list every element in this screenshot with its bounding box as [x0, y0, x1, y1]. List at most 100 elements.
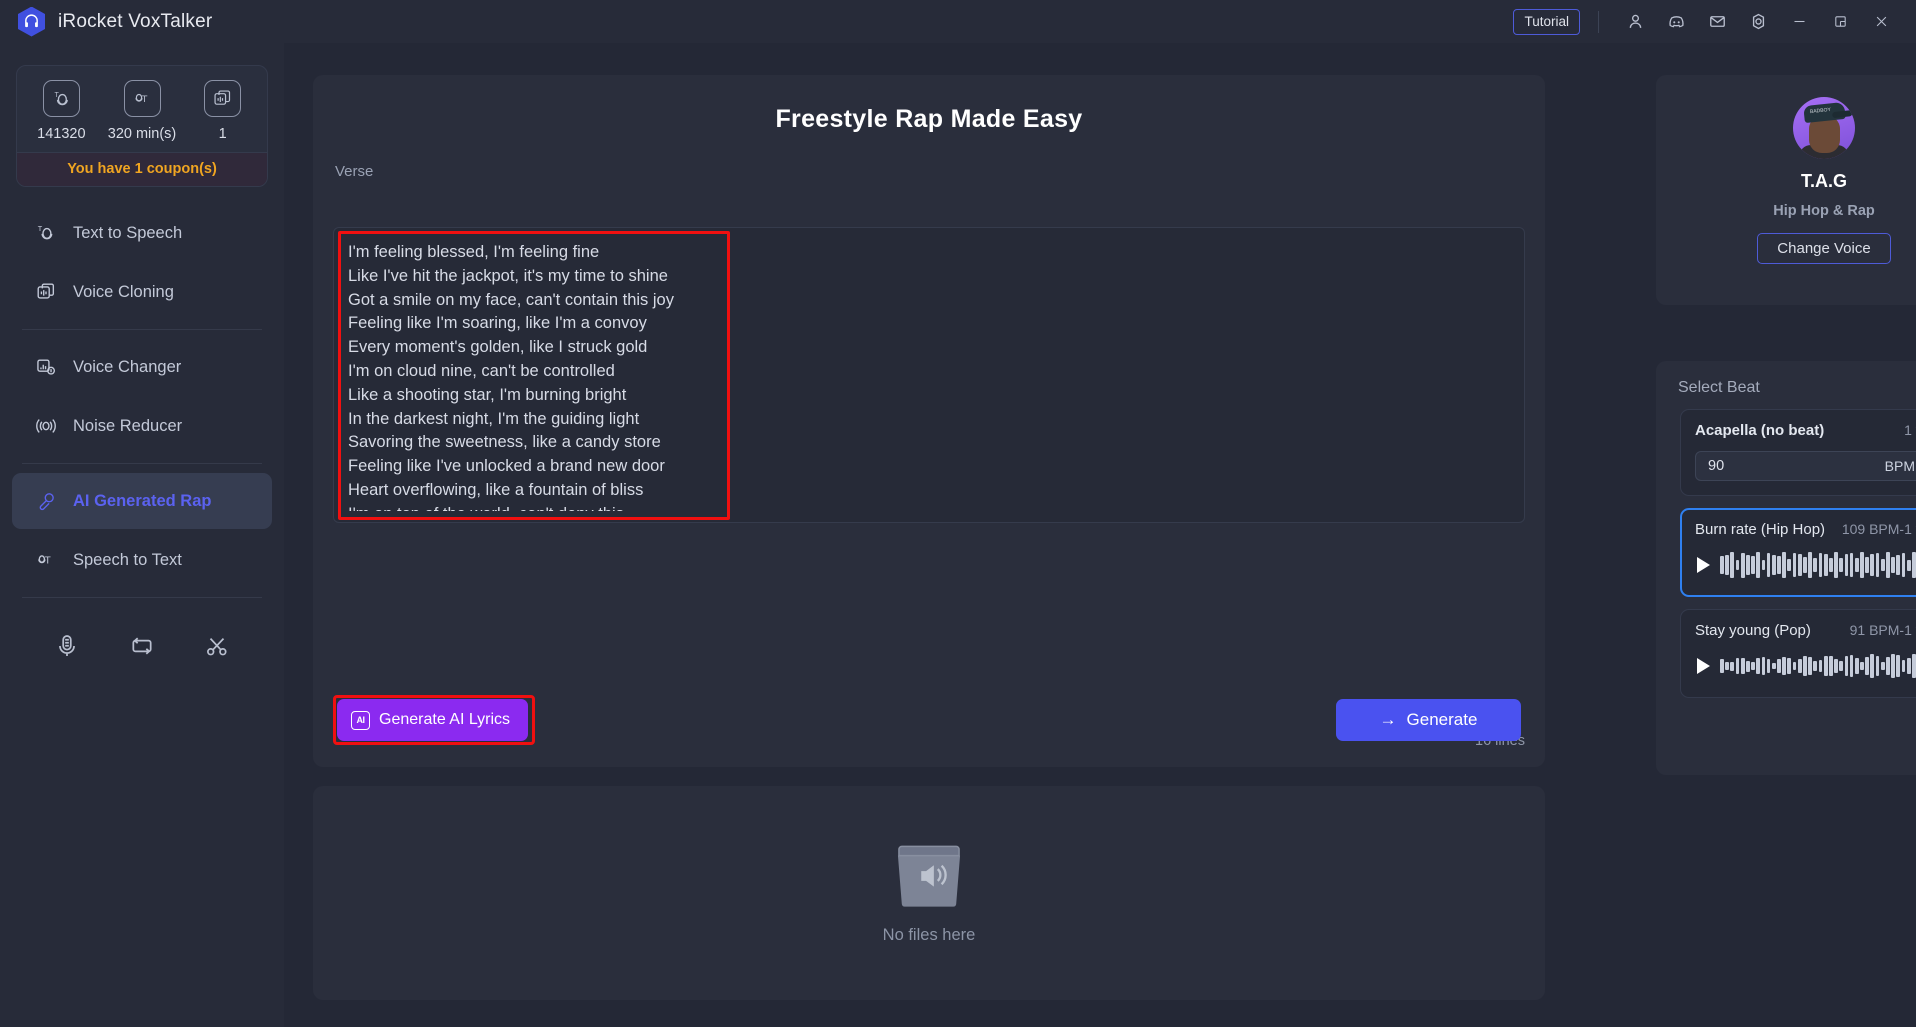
title-bar-divider: [1598, 10, 1599, 33]
credits-card: T 141320 T 320 min(s) 1 You have 1 coupo…: [16, 65, 268, 187]
bpm-value: 90: [1708, 458, 1725, 474]
beat-item-stay-young[interactable]: Stay young (Pop) 91 BPM-1 verses: [1680, 609, 1916, 698]
audio-box-icon: [890, 842, 968, 908]
converter-icon[interactable]: [125, 629, 159, 663]
mail-icon[interactable]: [1697, 1, 1738, 42]
credit-value: 320 min(s): [107, 126, 177, 142]
sidebar-divider: [22, 329, 262, 330]
play-icon[interactable]: [1697, 658, 1710, 674]
empty-state-label: No files here: [882, 925, 976, 944]
voice-cloning-icon: [204, 80, 242, 117]
sidebar-nav: T Text to Speech Voice Cloning Voice Cha…: [0, 205, 284, 663]
cutter-icon[interactable]: [200, 629, 234, 663]
sidebar-item-label: Text to Speech: [73, 223, 183, 242]
recorder-icon[interactable]: [50, 629, 84, 663]
generate-button[interactable]: → Generate: [1336, 699, 1521, 741]
headphone-hexagon-logo-icon: [18, 6, 45, 37]
settings-gear-icon[interactable]: [1738, 1, 1779, 42]
change-voice-button[interactable]: Change Voice: [1757, 233, 1891, 264]
page-title: Freestyle Rap Made Easy: [775, 105, 1083, 133]
svg-text:T: T: [141, 94, 147, 105]
sidebar-item-noise-reducer[interactable]: Noise Reducer: [12, 398, 272, 454]
credit-value: 1: [218, 126, 227, 142]
close-button[interactable]: [1861, 1, 1902, 42]
lyrics-input[interactable]: [348, 241, 1508, 511]
bpm-input[interactable]: 90 BPM: [1695, 451, 1916, 481]
coupon-banner[interactable]: You have 1 coupon(s): [17, 152, 267, 186]
noise-reducer-icon: [34, 415, 57, 438]
sidebar-item-label: Voice Changer: [73, 357, 182, 376]
credit-voice-cloning[interactable]: 1: [182, 80, 263, 142]
speech-to-text-icon: T: [123, 80, 161, 117]
beat-header-row: Burn rate (Hip Hop) 109 BPM-1 verses: [1695, 521, 1916, 538]
sidebar-tool-row: [0, 607, 284, 663]
speech-to-text-icon: T: [34, 549, 57, 572]
beat-list[interactable]: Acapella (no beat) 1 verses 90 BPM i Bur…: [1680, 409, 1916, 764]
sidebar-item-label: Speech to Text: [73, 550, 182, 569]
sidebar-item-speech-to-text[interactable]: T Speech to Text: [12, 532, 272, 588]
lyrics-editor-card: Freestyle Rap Made Easy Verse 16 lines A…: [313, 75, 1545, 767]
beat-name: Burn rate (Hip Hop): [1695, 521, 1826, 538]
voice-card: BADBOY T.A.G Hip Hop & Rap Change Voice: [1656, 75, 1916, 305]
lyrics-textarea-container[interactable]: [333, 227, 1525, 523]
maximize-button[interactable]: [1820, 1, 1861, 42]
beat-name: Stay young (Pop): [1695, 622, 1811, 639]
arrow-right-icon: →: [1379, 710, 1397, 729]
voice-genre: Hip Hop & Rap: [1773, 203, 1875, 219]
title-bar-actions: Tutorial: [1513, 1, 1916, 42]
app-title: iRocket VoxTalker: [58, 10, 213, 32]
discord-icon[interactable]: [1656, 1, 1697, 42]
sidebar-item-voice-cloning[interactable]: Voice Cloning: [12, 264, 272, 320]
credits-row: T 141320 T 320 min(s) 1: [17, 66, 267, 152]
sidebar-divider: [22, 597, 262, 598]
sidebar-item-text-to-speech[interactable]: T Text to Speech: [12, 205, 272, 261]
minimize-button[interactable]: [1779, 1, 1820, 42]
waveform-row: [1695, 649, 1916, 683]
bpm-row: 90 BPM i: [1695, 451, 1916, 481]
sidebar-divider: [22, 463, 262, 464]
bpm-unit-label: BPM: [1884, 458, 1915, 474]
main-content: Freestyle Rap Made Easy Verse 16 lines A…: [284, 43, 1632, 1027]
beat-meta: 91 BPM-1 verses: [1849, 622, 1916, 638]
avatar: BADBOY: [1793, 97, 1855, 159]
text-to-speech-icon: T: [42, 80, 80, 117]
svg-text:T: T: [37, 224, 42, 233]
generate-ai-lyrics-label: Generate AI Lyrics: [379, 711, 511, 728]
sidebar-item-label: Noise Reducer: [73, 416, 183, 435]
right-panel: BADBOY T.A.G Hip Hop & Rap Change Voice …: [1632, 43, 1916, 1027]
beat-meta: 1 verses: [1904, 422, 1916, 438]
voice-cloning-icon: [34, 281, 57, 304]
sidebar-item-ai-generated-rap[interactable]: AI Generated Rap: [12, 473, 272, 529]
app-logo-area: iRocket VoxTalker: [0, 6, 213, 37]
generate-ai-lyrics-button[interactable]: AI Generate AI Lyrics: [337, 699, 529, 741]
sidebar-item-voice-changer[interactable]: Voice Changer: [12, 339, 272, 395]
select-beat-title: Select Beat: [1678, 379, 1760, 396]
generate-label: Generate: [1406, 710, 1478, 729]
sidebar-item-label: AI Generated Rap: [73, 491, 212, 510]
play-icon[interactable]: [1697, 557, 1710, 573]
waveform[interactable]: [1720, 548, 1916, 582]
verse-label: Verse: [335, 163, 374, 180]
waveform[interactable]: [1720, 649, 1916, 683]
sidebar-item-label: Voice Cloning: [73, 282, 174, 301]
credit-speech-to-text[interactable]: T 320 min(s): [102, 80, 183, 142]
tutorial-button[interactable]: Tutorial: [1513, 8, 1580, 35]
select-beat-card: Select Beat Acapella (no beat) 1 verses …: [1656, 361, 1916, 775]
text-to-speech-icon: T: [34, 222, 57, 245]
title-bar: iRocket VoxTalker Tutorial: [0, 0, 1916, 43]
beat-meta: 109 BPM-1 verses: [1841, 521, 1916, 537]
svg-text:T: T: [44, 556, 50, 567]
microphone-icon: [34, 490, 57, 513]
beat-header-row: Stay young (Pop) 91 BPM-1 verses: [1695, 622, 1916, 639]
sidebar: T 141320 T 320 min(s) 1 You have 1 coupo…: [0, 43, 284, 1027]
beat-item-acapella[interactable]: Acapella (no beat) 1 verses 90 BPM i: [1680, 409, 1916, 496]
account-icon[interactable]: [1615, 1, 1656, 42]
beat-item-burn-rate[interactable]: Burn rate (Hip Hop) 109 BPM-1 verses: [1680, 508, 1916, 597]
voice-changer-icon: [34, 356, 57, 379]
beat-header-row: Acapella (no beat) 1 verses: [1695, 422, 1916, 439]
waveform-row: [1695, 548, 1916, 582]
beat-name: Acapella (no beat): [1695, 422, 1825, 439]
ai-badge-icon: AI: [351, 710, 370, 730]
credit-text-to-speech[interactable]: T 141320: [21, 80, 102, 142]
voice-name: T.A.G: [1800, 171, 1847, 191]
